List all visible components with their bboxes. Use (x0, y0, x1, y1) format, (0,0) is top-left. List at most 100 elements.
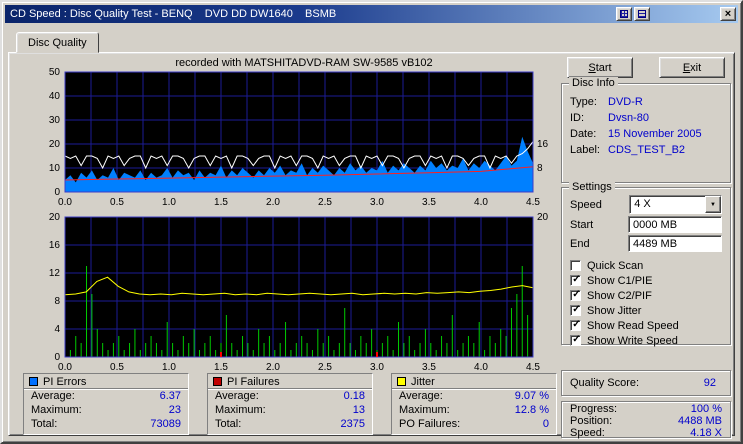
legend-row: Maximum:23 (24, 403, 188, 417)
stat-label: Total: (31, 417, 57, 431)
start-row: Start (562, 216, 730, 233)
stat-label: Total: (215, 417, 241, 431)
stat-label: Maximum: (215, 403, 266, 417)
field-value: CDS_TEST_B2 (608, 144, 685, 156)
field-label: Position: (570, 415, 612, 427)
end-mb-input[interactable] (628, 235, 722, 252)
tab-disc-quality[interactable]: Disc Quality (16, 32, 99, 53)
quality-score-box: Quality Score: 92 (561, 370, 731, 396)
stat-value: 0.18 (344, 389, 365, 403)
quality-row: Quality Score: 92 (562, 371, 730, 389)
stat-value: 73089 (150, 417, 181, 431)
start-button[interactable]: Start (567, 57, 633, 78)
stat-value: 13 (353, 403, 365, 417)
disc-info-group: Disc Info Type:DVD-R ID:Dvsn-80 Date:15 … (561, 83, 731, 183)
legend-title: PI Failures (227, 376, 280, 388)
stat-label: Average: (31, 389, 75, 403)
svg-text:16: 16 (537, 139, 549, 150)
legend-row: PO Failures:0 (392, 417, 556, 431)
svg-text:1.5: 1.5 (214, 197, 228, 208)
exit-button[interactable]: Exit (659, 57, 725, 78)
close-button[interactable]: × (720, 7, 736, 21)
checkbox-show-jitter[interactable]: Show Jitter (562, 303, 730, 318)
checkbox-show-c2-pif[interactable]: Show C2/PIF (562, 288, 730, 303)
svg-text:2.5: 2.5 (318, 362, 332, 373)
legend-header: PI Errors (24, 374, 188, 389)
window-title: CD Speed : Disc Quality Test - BENQ DVD … (7, 8, 336, 20)
svg-text:1.5: 1.5 (214, 362, 228, 373)
field-value: 15 November 2005 (608, 128, 702, 140)
checkbox-icon[interactable] (570, 260, 581, 271)
checkbox-icon[interactable] (570, 320, 581, 331)
field-label: Type: (570, 96, 608, 108)
checkbox-show-read-speed[interactable]: Show Read Speed (562, 318, 730, 333)
speed-select[interactable]: 4 X ▼ (629, 195, 722, 214)
jitter-legend: Jitter Average:9.07 % Maximum:12.8 % PO … (391, 373, 557, 435)
checkbox-label: Show C1/PIE (587, 275, 652, 287)
field-value: 4.18 X (690, 427, 722, 439)
progress-row: Position:4488 MB (562, 415, 730, 427)
checkbox-label: Show Read Speed (587, 320, 679, 332)
checkbox-icon[interactable] (570, 335, 581, 346)
grid-icon (620, 10, 628, 18)
field-label: Progress: (570, 403, 617, 415)
checkbox-icon[interactable] (570, 290, 581, 301)
legend-row: Total: 73089 (24, 417, 188, 431)
stat-value: 2375 (341, 417, 365, 431)
disc-info-row: ID:Dvsn-80 (562, 110, 730, 126)
graph-view-button[interactable] (616, 7, 632, 21)
field-value: DVD-R (608, 96, 643, 108)
stat-value: 23 (169, 403, 181, 417)
start-mb-input[interactable] (628, 216, 722, 233)
tab-panel: recorded with MATSHITADVD-RAM SW-9585 vB… (8, 52, 735, 436)
legend-row: Maximum:12.8 % (392, 403, 556, 417)
pi-errors-swatch (29, 377, 38, 386)
speed-value: 4 X (630, 196, 705, 213)
end-row: End (562, 235, 730, 252)
legend-title: PI Errors (43, 376, 86, 388)
legend-row: Maximum: 13 (208, 403, 372, 417)
svg-text:20: 20 (537, 213, 549, 223)
legend-header: Jitter (392, 374, 556, 389)
chevron-down-icon[interactable]: ▼ (705, 196, 721, 213)
checkbox-icon[interactable] (570, 305, 581, 316)
control-column: Start Exit Disc Info Type:DVD-R ID:Dvsn-… (559, 53, 737, 438)
checkbox-label: Show C2/PIF (587, 290, 652, 302)
field-label: End (570, 238, 628, 250)
svg-text:1.0: 1.0 (162, 362, 176, 373)
field-label: Quality Score: (570, 377, 639, 389)
svg-text:40: 40 (49, 91, 61, 102)
group-title: Settings (569, 181, 615, 194)
field-label: Start (570, 219, 628, 231)
checkbox-show-c1-pie[interactable]: Show C1/PIE (562, 273, 730, 288)
field-value: Dvsn-80 (608, 112, 649, 124)
disc-info-row: Type:DVD-R (562, 94, 730, 110)
field-label: Label: (570, 144, 608, 156)
stat-value: 0 (543, 417, 549, 431)
svg-text:4.5: 4.5 (526, 197, 540, 208)
titlebar[interactable]: CD Speed : Disc Quality Test - BENQ DVD … (5, 5, 738, 23)
progress-row: Speed:4.18 X (562, 427, 730, 439)
svg-text:8: 8 (537, 163, 543, 174)
disc-info-row: Date:15 November 2005 (562, 126, 730, 142)
checkbox-icon[interactable] (570, 275, 581, 286)
checkbox-show-write-speed[interactable]: Show Write Speed (562, 333, 730, 348)
stat-label: Average: (215, 389, 259, 403)
speed-row: Speed 4 X ▼ (562, 195, 730, 214)
svg-text:10: 10 (49, 163, 61, 174)
svg-text:16: 16 (49, 240, 61, 251)
stat-label: Average: (399, 389, 443, 403)
svg-text:20: 20 (49, 139, 61, 150)
svg-text:3.5: 3.5 (422, 197, 436, 208)
checkbox-quick-scan[interactable]: Quick Scan (562, 258, 730, 273)
disc-info-row: Label:CDS_TEST_B2 (562, 142, 730, 158)
text-view-button[interactable] (634, 7, 650, 21)
quality-score-value: 92 (704, 377, 716, 389)
svg-text:2.5: 2.5 (318, 197, 332, 208)
legend-row: Average: 0.18 (208, 389, 372, 403)
close-icon: × (725, 9, 731, 19)
svg-text:4.0: 4.0 (474, 197, 488, 208)
svg-text:4: 4 (54, 324, 60, 335)
checkbox-label: Quick Scan (587, 260, 643, 272)
svg-text:20: 20 (49, 213, 61, 223)
